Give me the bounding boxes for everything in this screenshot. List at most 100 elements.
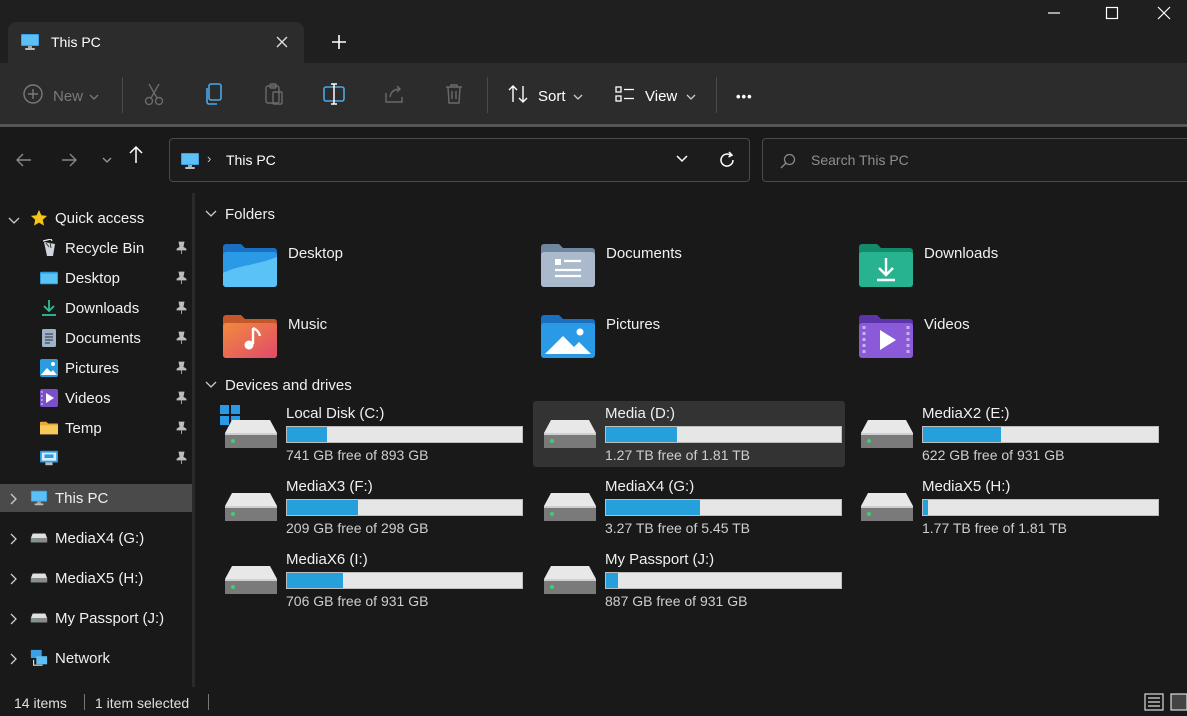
cut-button[interactable] bbox=[143, 81, 165, 111]
music-folder-icon bbox=[223, 314, 277, 361]
hard-drive-icon bbox=[224, 419, 278, 452]
pin-icon bbox=[174, 241, 188, 259]
sidebar-item-recycle-bin[interactable]: Recycle Bin bbox=[0, 234, 192, 262]
maximize-icon[interactable] bbox=[1083, 0, 1141, 26]
close-window-icon[interactable] bbox=[1141, 0, 1187, 26]
plus-icon[interactable] bbox=[328, 31, 350, 53]
item-count: 14 items bbox=[14, 695, 67, 711]
sidebar-item-network[interactable]: Network bbox=[0, 644, 192, 672]
close-icon[interactable] bbox=[272, 32, 292, 52]
folder-downloads[interactable]: Downloads bbox=[833, 241, 1133, 301]
folders-section-header[interactable]: Folders bbox=[205, 204, 275, 224]
drive-usage-bar bbox=[922, 426, 1159, 443]
sidebar-item-videos[interactable]: Videos bbox=[0, 384, 192, 412]
folder-name: Desktop bbox=[288, 245, 344, 262]
refresh-icon[interactable] bbox=[717, 150, 737, 173]
breadcrumb-this-pc[interactable]: This PC bbox=[226, 152, 276, 168]
drive-my-passport-j[interactable]: My Passport (J:) 887 GB free of 931 GB bbox=[533, 547, 845, 613]
minimize-icon[interactable] bbox=[1025, 0, 1083, 26]
forward-arrow-icon[interactable] bbox=[57, 148, 81, 172]
sidebar-item-documents[interactable]: Documents bbox=[0, 324, 192, 352]
video-icon bbox=[40, 389, 58, 407]
recent-locations-chevron-icon[interactable] bbox=[95, 148, 119, 172]
drive-free-space: 741 GB free of 893 GB bbox=[286, 447, 429, 463]
folder-name: Downloads bbox=[924, 245, 999, 262]
sidebar-item-my-passport[interactable]: My Passport (J:) bbox=[0, 604, 192, 632]
more-options-button[interactable]: ••• bbox=[736, 81, 753, 111]
chevron-right-icon[interactable] bbox=[8, 572, 18, 589]
drive-mediax4-g[interactable]: MediaX4 (G:) 3.27 TB free of 5.45 TB bbox=[533, 474, 845, 540]
sidebar-item-label: Desktop bbox=[65, 270, 121, 287]
chevron-right-icon[interactable] bbox=[8, 492, 18, 509]
view-button[interactable]: View bbox=[614, 81, 696, 111]
drive-mediax2-e[interactable]: MediaX2 (E:) 622 GB free of 931 GB bbox=[850, 401, 1162, 467]
documents-folder-icon bbox=[541, 243, 595, 290]
paste-button[interactable] bbox=[263, 81, 285, 111]
chevron-down-icon[interactable] bbox=[8, 213, 20, 230]
drive-icon bbox=[30, 569, 48, 587]
share-button[interactable] bbox=[383, 81, 405, 111]
drive-name: MediaX4 (G:) bbox=[605, 478, 695, 495]
chevron-down-icon bbox=[89, 88, 99, 105]
sort-button[interactable]: Sort bbox=[507, 81, 583, 111]
back-arrow-icon[interactable] bbox=[12, 148, 36, 172]
folder-videos[interactable]: Videos bbox=[833, 312, 1133, 372]
sidebar-item-pictures[interactable]: Pictures bbox=[0, 354, 192, 382]
sidebar-item-pc-shortcut[interactable] bbox=[0, 444, 192, 472]
sidebar-item-downloads[interactable]: Downloads bbox=[0, 294, 192, 322]
divider bbox=[487, 77, 488, 113]
delete-button[interactable] bbox=[443, 81, 465, 111]
chevron-right-icon[interactable] bbox=[8, 532, 18, 549]
rename-button[interactable] bbox=[322, 81, 346, 111]
drive-mediax6-i[interactable]: MediaX6 (I:) 706 GB free of 931 GB bbox=[214, 547, 526, 613]
sidebar-item-label: MediaX5 (H:) bbox=[55, 570, 144, 587]
devices-section-header[interactable]: Devices and drives bbox=[205, 375, 352, 395]
search-box[interactable] bbox=[762, 138, 1187, 182]
up-arrow-icon[interactable] bbox=[124, 142, 148, 166]
chevron-right-icon[interactable] bbox=[8, 612, 18, 629]
sidebar-item-temp[interactable]: Temp bbox=[0, 414, 192, 442]
navigation-pane: Quick access Recycle Bin Desktop Downloa… bbox=[0, 193, 193, 687]
copy-button[interactable] bbox=[203, 81, 225, 111]
chevron-right-icon[interactable] bbox=[8, 652, 18, 669]
status-bar: 14 items 1 item selected bbox=[0, 687, 1187, 716]
tab-this-pc[interactable]: This PC bbox=[8, 22, 304, 63]
drive-icon bbox=[30, 609, 48, 627]
hard-drive-icon bbox=[543, 419, 597, 452]
folder-pictures[interactable]: Pictures bbox=[515, 312, 815, 372]
sidebar-item-mediax4[interactable]: MediaX4 (G:) bbox=[0, 524, 192, 552]
large-icons-view-icon[interactable] bbox=[1170, 692, 1187, 712]
sidebar-item-desktop[interactable]: Desktop bbox=[0, 264, 192, 292]
sidebar-item-this-pc[interactable]: This PC bbox=[0, 484, 192, 512]
copy-icon bbox=[203, 82, 225, 110]
desktop-folder-icon bbox=[223, 243, 277, 290]
section-title: Folders bbox=[225, 205, 276, 223]
sidebar-item-mediax5[interactable]: MediaX5 (H:) bbox=[0, 564, 192, 592]
divider bbox=[84, 694, 85, 710]
sidebar-item-quick-access[interactable]: Quick access bbox=[0, 204, 192, 232]
chevron-down-icon bbox=[205, 377, 217, 394]
folder-name: Pictures bbox=[606, 316, 661, 333]
cut-icon bbox=[143, 82, 165, 110]
new-button[interactable]: New bbox=[22, 81, 99, 111]
downloads-folder-icon bbox=[859, 243, 913, 290]
address-bar[interactable]: › This PC bbox=[169, 138, 750, 182]
sidebar-item-label: Quick access bbox=[55, 210, 145, 227]
drive-icon bbox=[30, 529, 48, 547]
folder-documents[interactable]: Documents bbox=[515, 241, 815, 301]
details-view-icon[interactable] bbox=[1144, 692, 1164, 712]
hard-drive-icon bbox=[224, 565, 278, 598]
chevron-down-icon[interactable] bbox=[675, 152, 689, 169]
drive-mediax5-h[interactable]: MediaX5 (H:) 1.77 TB free of 1.81 TB bbox=[850, 474, 1162, 540]
folder-desktop[interactable]: Desktop bbox=[197, 241, 497, 301]
sidebar-item-label: My Passport (J:) bbox=[55, 610, 165, 627]
drive-media-d[interactable]: Media (D:) 1.27 TB free of 1.81 TB bbox=[533, 401, 845, 467]
folder-music[interactable]: Music bbox=[197, 312, 497, 372]
breadcrumb-separator[interactable]: › bbox=[207, 151, 211, 166]
recycle-bin-icon bbox=[40, 239, 58, 257]
drive-mediax3-f[interactable]: MediaX3 (F:) 209 GB free of 298 GB bbox=[214, 474, 526, 540]
drive-local-disk-c[interactable]: Local Disk (C:) 741 GB free of 893 GB bbox=[214, 401, 526, 467]
drive-usage-bar bbox=[286, 499, 523, 516]
hard-drive-icon bbox=[543, 565, 597, 598]
search-input[interactable] bbox=[811, 149, 1171, 171]
